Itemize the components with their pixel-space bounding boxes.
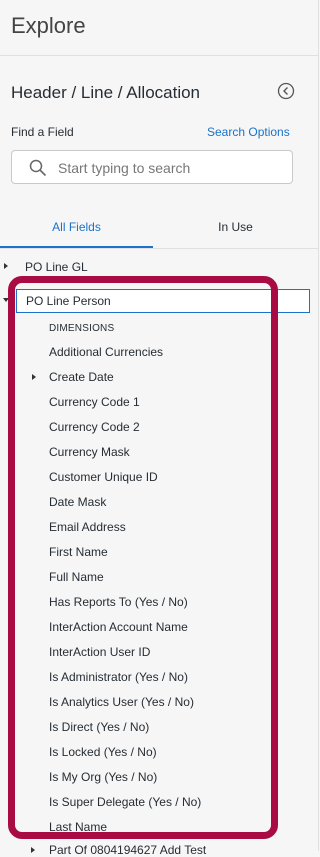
field-item[interactable]: Additional Currencies <box>49 345 163 359</box>
page-title: Explore <box>11 13 86 38</box>
field-item[interactable]: InterAction User ID <box>49 645 150 659</box>
field-item[interactable]: Last Name <box>49 820 107 834</box>
field-item[interactable]: Email Address <box>49 520 126 534</box>
field-item[interactable]: Currency Code 2 <box>49 420 140 434</box>
field-item[interactable]: Is Analytics User (Yes / No) <box>49 695 194 709</box>
dimensions-heading: DIMENSIONS <box>49 323 115 334</box>
tree-item-next-view[interactable]: Part Of 0804194627 Add Test <box>31 843 207 857</box>
field-item[interactable]: Date Mask <box>49 495 106 509</box>
field-item[interactable]: Has Reports To (Yes / No) <box>49 595 188 609</box>
caret-right-icon <box>31 847 35 853</box>
panel-divider <box>318 0 319 851</box>
caret-down-icon[interactable] <box>3 298 9 302</box>
field-search-box[interactable] <box>11 150 293 184</box>
field-item[interactable]: Is My Org (Yes / No) <box>49 770 157 784</box>
field-item[interactable]: Is Locked (Yes / No) <box>49 745 157 759</box>
field-item[interactable]: Currency Mask <box>49 445 130 459</box>
tab-all-fields[interactable]: All Fields <box>0 210 153 248</box>
field-item[interactable]: Full Name <box>49 570 104 584</box>
search-icon <box>29 159 47 177</box>
field-item[interactable]: Is Administrator (Yes / No) <box>49 670 188 684</box>
field-item[interactable]: Is Direct (Yes / No) <box>49 720 149 734</box>
view-label: Part Of 0804194627 Add Test <box>49 843 207 857</box>
caret-right-icon <box>4 263 8 269</box>
field-item[interactable]: Customer Unique ID <box>49 470 158 484</box>
view-label: PO Line Person <box>26 294 111 308</box>
tree-item-po-line-person[interactable]: PO Line Person <box>16 289 310 313</box>
tab-in-use[interactable]: In Use <box>159 210 312 248</box>
back-circle-icon[interactable] <box>277 82 295 100</box>
view-label: PO Line GL <box>25 260 88 274</box>
field-item[interactable]: Is Super Delegate (Yes / No) <box>49 795 201 809</box>
field-item[interactable]: InterAction Account Name <box>49 620 188 634</box>
find-field-label: Find a Field <box>11 125 74 139</box>
search-input[interactable] <box>56 156 285 180</box>
field-tabs: All Fields In Use <box>0 210 318 249</box>
explore-header: Explore <box>0 0 318 56</box>
search-options-link[interactable]: Search Options <box>207 125 290 139</box>
field-item[interactable]: Currency Code 1 <box>49 395 140 409</box>
explore-name: Header / Line / Allocation <box>11 83 201 102</box>
field-item[interactable]: First Name <box>49 545 108 559</box>
field-item[interactable]: Create Date <box>49 370 114 384</box>
caret-right-icon[interactable] <box>32 374 36 380</box>
